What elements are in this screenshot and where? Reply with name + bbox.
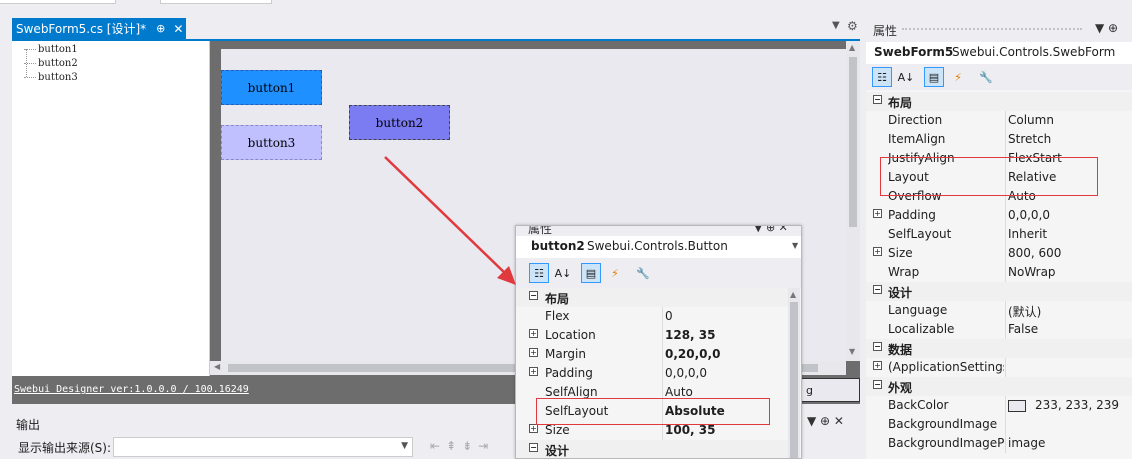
annotation-box-selflayout — [536, 398, 770, 425]
annotation-box-layout — [880, 157, 1098, 196]
annotation-arrow-line — [384, 156, 509, 277]
annotation-overlay — [384, 156, 516, 285]
